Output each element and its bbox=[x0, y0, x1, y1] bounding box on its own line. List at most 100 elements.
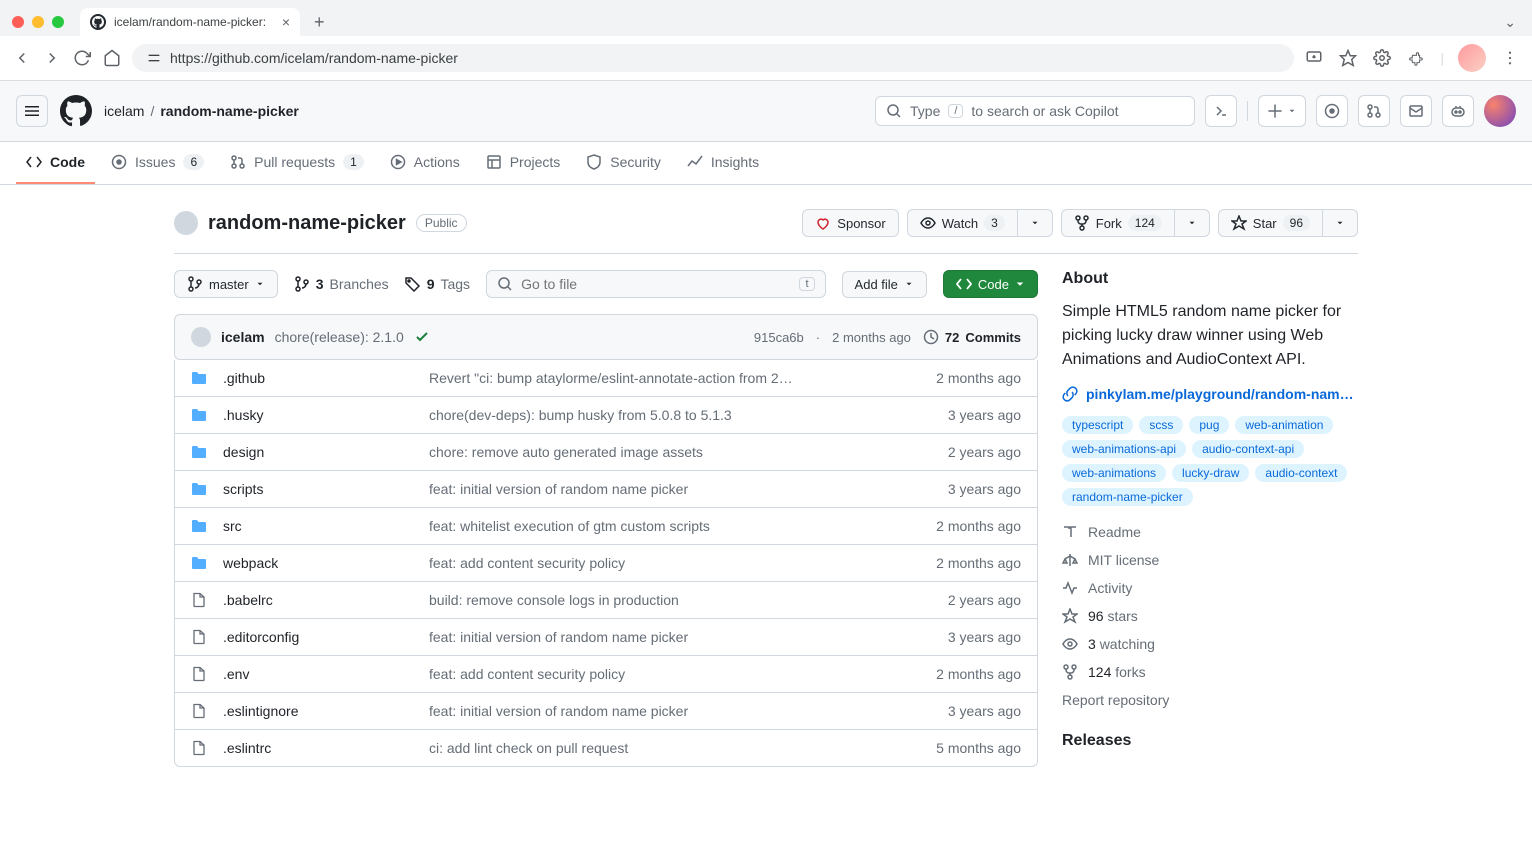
file-row: .env feat: add content security policy 2… bbox=[175, 655, 1037, 692]
address-bar[interactable]: https://github.com/icelam/random-name-pi… bbox=[132, 44, 1294, 72]
file-name-link[interactable]: .editorconfig bbox=[223, 629, 299, 645]
report-repository-link[interactable]: Report repository bbox=[1062, 692, 1358, 708]
branches-link[interactable]: 3 Branches bbox=[294, 276, 389, 292]
file-commit-link[interactable]: feat: initial version of random name pic… bbox=[429, 703, 688, 719]
topic-tag[interactable]: audio-context-api bbox=[1192, 440, 1304, 458]
commit-author[interactable]: icelam bbox=[221, 329, 265, 345]
browser-tab[interactable]: icelam/random-name-picker: × bbox=[80, 8, 300, 36]
site-info-icon[interactable] bbox=[146, 50, 162, 66]
file-name-link[interactable]: .eslintrc bbox=[223, 740, 271, 756]
file-name-link[interactable]: .husky bbox=[223, 407, 263, 423]
fork-button[interactable]: Fork 124 bbox=[1061, 209, 1175, 237]
go-to-file-input[interactable]: t bbox=[486, 270, 825, 298]
file-name-link[interactable]: .babelrc bbox=[223, 592, 273, 608]
github-logo-icon[interactable] bbox=[60, 95, 92, 127]
topic-tag[interactable]: web-animation bbox=[1235, 416, 1333, 434]
fork-dropdown[interactable] bbox=[1175, 209, 1210, 237]
notifications-button[interactable] bbox=[1400, 95, 1432, 127]
commit-sha[interactable]: 915ca6b bbox=[754, 330, 804, 345]
commit-author-avatar[interactable] bbox=[191, 327, 211, 347]
search-input[interactable]: Type / to search or ask Copilot bbox=[875, 96, 1195, 126]
topic-tag[interactable]: random-name-picker bbox=[1062, 488, 1193, 506]
file-name-link[interactable]: scripts bbox=[223, 481, 263, 497]
license-link[interactable]: MIT license bbox=[1062, 552, 1358, 568]
stars-link[interactable]: 96 stars bbox=[1062, 608, 1358, 624]
tabs-dropdown-button[interactable]: ⌄ bbox=[1496, 14, 1524, 31]
user-avatar[interactable] bbox=[1484, 95, 1516, 127]
owner-link[interactable]: icelam bbox=[104, 103, 144, 119]
add-file-button[interactable]: Add file bbox=[842, 271, 927, 298]
watch-button[interactable]: Watch 3 bbox=[907, 209, 1018, 237]
topic-tag[interactable]: pug bbox=[1189, 416, 1229, 434]
file-commit-link[interactable]: feat: add content security policy bbox=[429, 555, 625, 571]
file-commit-link[interactable]: feat: initial version of random name pic… bbox=[429, 481, 688, 497]
window-close[interactable] bbox=[12, 16, 24, 28]
tab-close-button[interactable]: × bbox=[282, 14, 290, 30]
homepage-link[interactable]: pinkylam.me/playground/random-nam… bbox=[1062, 386, 1358, 402]
extensions-icon[interactable] bbox=[1406, 48, 1426, 68]
file-name-link[interactable]: .env bbox=[223, 666, 249, 682]
file-commit-link[interactable]: feat: whitelist execution of gtm custom … bbox=[429, 518, 710, 534]
forward-button[interactable] bbox=[42, 48, 62, 68]
tab-actions[interactable]: Actions bbox=[380, 142, 470, 184]
tab-issues[interactable]: Issues 6 bbox=[101, 142, 214, 184]
profile-avatar[interactable] bbox=[1458, 44, 1486, 72]
file-commit-link[interactable]: feat: initial version of random name pic… bbox=[429, 629, 688, 645]
file-name-link[interactable]: .eslintignore bbox=[223, 703, 299, 719]
browser-menu-button[interactable] bbox=[1500, 48, 1520, 68]
owner-avatar[interactable] bbox=[174, 211, 198, 235]
file-commit-link[interactable]: Revert "ci: bump ataylorme/eslint-annota… bbox=[429, 370, 793, 386]
tab-code[interactable]: Code bbox=[16, 142, 95, 184]
activity-link[interactable]: Activity bbox=[1062, 580, 1358, 596]
forks-link[interactable]: 124 forks bbox=[1062, 664, 1358, 680]
watching-link[interactable]: 3 watching bbox=[1062, 636, 1358, 652]
home-button[interactable] bbox=[102, 48, 122, 68]
releases-heading[interactable]: Releases bbox=[1062, 732, 1358, 750]
window-minimize[interactable] bbox=[32, 16, 44, 28]
new-tab-button[interactable]: + bbox=[308, 12, 331, 33]
tab-projects[interactable]: Projects bbox=[476, 142, 571, 184]
file-commit-link[interactable]: chore(dev-deps): bump husky from 5.0.8 t… bbox=[429, 407, 732, 423]
command-palette-button[interactable] bbox=[1205, 95, 1237, 127]
topic-tag[interactable]: web-animations bbox=[1062, 464, 1166, 482]
file-commit-link[interactable]: chore: remove auto generated image asset… bbox=[429, 444, 703, 460]
install-app-icon[interactable] bbox=[1304, 48, 1324, 68]
readme-link[interactable]: Readme bbox=[1062, 524, 1358, 540]
file-name-link[interactable]: .github bbox=[223, 370, 265, 386]
repo-link[interactable]: random-name-picker bbox=[160, 103, 298, 119]
check-icon[interactable] bbox=[414, 329, 430, 345]
file-name-link[interactable]: webpack bbox=[223, 555, 278, 571]
back-button[interactable] bbox=[12, 48, 32, 68]
bookmark-icon[interactable] bbox=[1338, 48, 1358, 68]
file-name-link[interactable]: design bbox=[223, 444, 264, 460]
tab-insights[interactable]: Insights bbox=[677, 142, 769, 184]
star-button[interactable]: Star 96 bbox=[1218, 209, 1323, 237]
topic-tag[interactable]: typescript bbox=[1062, 416, 1133, 434]
file-commit-link[interactable]: build: remove console logs in production bbox=[429, 592, 679, 608]
window-maximize[interactable] bbox=[52, 16, 64, 28]
copilot-button[interactable] bbox=[1442, 95, 1474, 127]
file-name-link[interactable]: src bbox=[223, 518, 242, 534]
star-dropdown[interactable] bbox=[1323, 209, 1358, 237]
tab-security[interactable]: Security bbox=[576, 142, 671, 184]
hamburger-menu-button[interactable] bbox=[16, 95, 48, 127]
tab-pull-requests[interactable]: Pull requests 1 bbox=[220, 142, 374, 184]
settings-gear-icon[interactable] bbox=[1372, 48, 1392, 68]
pull-requests-button[interactable] bbox=[1358, 95, 1390, 127]
tags-link[interactable]: 9 Tags bbox=[405, 276, 470, 292]
code-button[interactable]: Code bbox=[943, 270, 1038, 298]
topic-tag[interactable]: audio-context bbox=[1255, 464, 1347, 482]
watch-dropdown[interactable] bbox=[1018, 209, 1053, 237]
topic-tag[interactable]: scss bbox=[1139, 416, 1183, 434]
issues-button[interactable] bbox=[1316, 95, 1348, 127]
file-commit-link[interactable]: ci: add lint check on pull request bbox=[429, 740, 628, 756]
topic-tag[interactable]: web-animations-api bbox=[1062, 440, 1186, 458]
topic-tag[interactable]: lucky-draw bbox=[1172, 464, 1249, 482]
commit-message[interactable]: chore(release): 2.1.0 bbox=[275, 329, 404, 345]
commits-link[interactable]: 72 Commits bbox=[923, 329, 1021, 345]
file-commit-link[interactable]: feat: add content security policy bbox=[429, 666, 625, 682]
create-new-button[interactable] bbox=[1258, 95, 1306, 127]
reload-button[interactable] bbox=[72, 48, 92, 68]
branch-select-button[interactable]: master bbox=[174, 270, 278, 298]
sponsor-button[interactable]: Sponsor bbox=[802, 209, 898, 237]
